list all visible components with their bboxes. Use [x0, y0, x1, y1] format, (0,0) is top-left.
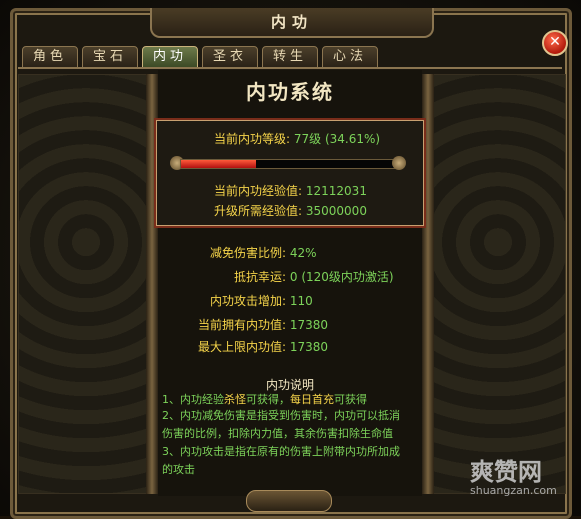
desc-text: 可获得 [334, 393, 367, 406]
left-ornament-panel [18, 74, 154, 494]
description-line: 的攻击 [162, 463, 195, 476]
tab-gems[interactable]: 宝石 [82, 46, 138, 68]
description-line: 2、内功减免伤害是指受到伤害时，内功可以抵消 [162, 409, 400, 422]
close-icon[interactable]: ✕ [542, 30, 568, 56]
progress-track [180, 159, 398, 169]
stat-label: 内功攻击增加: [210, 294, 287, 308]
description-line: 1、内功经验杀怪可获得，每日首充可获得 [162, 392, 422, 408]
exp-label: 当前内功经验值: [214, 184, 303, 198]
description-line: 3、内功攻击是指在原有的伤害上附带内功所加成 [162, 445, 400, 458]
stat-row: 减免伤害比例: 42% [210, 244, 317, 261]
watermark-brand: 爽赞网 [470, 458, 542, 486]
stat-label: 当前拥有内功值: [198, 318, 287, 332]
next-exp-row: 升级所需经验值: 35000000 [214, 202, 367, 219]
tab-mind-skill[interactable]: 心法 [322, 46, 378, 68]
right-ornament-panel [430, 74, 566, 494]
level-info-box: 当前内功等级: 77级 (34.61%) 当前内功经验值: 12112031 升… [154, 118, 426, 228]
window-title: 内功 [150, 8, 434, 38]
stat-row: 抵抗幸运: 0 (120级内功激活) [234, 268, 394, 285]
stat-row: 内功攻击增加: 110 [210, 292, 313, 309]
tab-divider [18, 67, 562, 69]
next-exp-label: 升级所需经验值: [214, 204, 303, 218]
desc-highlight: 杀怪 [224, 393, 246, 406]
bottom-ornament [246, 490, 332, 512]
desc-text: 可获得， [246, 393, 290, 406]
stat-value: 17380 [289, 318, 329, 332]
stat-value: 42% [289, 246, 317, 260]
desc-text: 1、内功经验 [162, 393, 224, 406]
stat-value: 17380 [289, 340, 329, 354]
inner-power-panel: 内功系统 当前内功等级: 77级 (34.61%) 当前内功经验值: 12112… [154, 70, 426, 496]
stat-row: 最大上限内功值: 17380 [198, 338, 328, 355]
stat-label: 最大上限内功值: [198, 340, 287, 354]
tab-bar: 角色 宝石 内功 圣衣 转生 心法 [22, 46, 378, 68]
level-row: 当前内功等级: 77级 (34.61%) [214, 130, 380, 147]
stat-label: 减免伤害比例: [210, 246, 287, 260]
description-title: 内功说明 [265, 378, 314, 392]
stat-value: 0 (120级内功激活) [289, 270, 394, 284]
desc-highlight: 每日首充 [290, 393, 334, 406]
description-line: 伤害的比例，扣除内力值，其余伤害扣除生命值 [162, 427, 393, 440]
exp-value: 12112031 [305, 184, 367, 198]
watermark-url: shuangzan.com [470, 484, 557, 497]
level-value: 77级 (34.61%) [293, 132, 381, 146]
game-ui: 内功 ✕ 角色 宝石 内功 圣衣 转生 心法 内功系统 当前内功等级: 77级 … [0, 0, 581, 519]
tab-character[interactable]: 角色 [22, 46, 78, 68]
level-progress-bar [170, 156, 406, 170]
tab-holy-armor[interactable]: 圣衣 [202, 46, 258, 68]
bar-right-cap [392, 156, 406, 170]
system-title: 内功系统 [246, 80, 334, 104]
stat-row: 当前拥有内功值: 17380 [198, 316, 328, 333]
stat-label: 抵抗幸运: [234, 270, 287, 284]
level-label: 当前内功等级: [214, 132, 291, 146]
tab-rebirth[interactable]: 转生 [262, 46, 318, 68]
tab-inner-power[interactable]: 内功 [142, 46, 198, 68]
progress-fill [181, 160, 256, 168]
stat-value: 110 [289, 294, 313, 308]
next-exp-value: 35000000 [305, 204, 367, 218]
exp-row: 当前内功经验值: 12112031 [214, 182, 367, 199]
